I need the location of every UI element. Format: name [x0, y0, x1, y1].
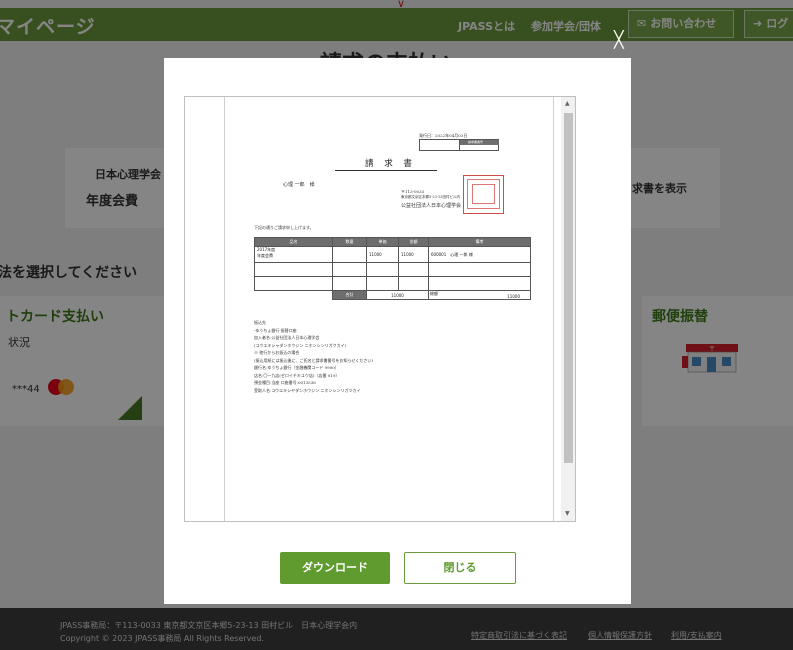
issuer-name: 公益社団法人日本心理学会 [401, 203, 462, 209]
payee-line: -ゆうちょ銀行 振替口座 [254, 327, 297, 333]
item-amount: 11000 [398, 246, 429, 263]
item-name: 年度会費 [257, 253, 273, 258]
scroll-up-arrow-icon[interactable]: ▲ [565, 100, 570, 107]
invoice-number-divider [459, 140, 460, 150]
company-seal [463, 175, 504, 214]
download-button[interactable]: ダウンロード [280, 552, 390, 584]
payee-line: 振込先 [254, 320, 266, 325]
member-name: 心理 一郎 様 [450, 251, 473, 257]
col-notes: 備考 [428, 237, 531, 247]
invoice-number-label: 請求書番号 [468, 140, 484, 144]
payee-line: 預金種目:当座 口座番号:0013536 [254, 380, 316, 385]
invoice-title: 請 求 書 [365, 159, 416, 169]
close-button[interactable]: 閉じる [404, 552, 516, 584]
total-label: 総額 [430, 291, 438, 296]
issuer-address: 東京都文京区本郷5-23-13田村ビル内 [401, 195, 460, 199]
invoice-preview-modal: 発行日：2022年04月03日 請求書番号 請 求 書 心理 一郎 様 〒113… [164, 58, 631, 604]
invoice-title-underline [335, 170, 437, 171]
col-qty: 数量 [332, 237, 367, 247]
table-row [254, 262, 531, 277]
item-unit-price: 11000 [366, 246, 399, 263]
item-notes: 600001 心理 一郎 様 [428, 246, 531, 263]
col-unit: 単価 [366, 237, 399, 247]
invoice-number-box: 請求書番号 [419, 139, 499, 151]
table-row [254, 276, 531, 291]
payee-line: (コウエキシャダンホウジン ニホンシンリガクカイ) [254, 342, 347, 348]
invoice-table: 品名 数量 単価 金額 備考 2017年度 年度会費 11000 11000 6… [254, 237, 531, 300]
member-id: 600001 [431, 251, 447, 257]
invoice-recipient: 心理 一郎 様 [283, 182, 315, 188]
scroll-down-arrow-icon[interactable]: ▼ [565, 510, 570, 517]
payee-line: 受取人名:コウエキシヤダンホウジン ニホンシンリガツカイ [254, 387, 361, 393]
payee-info: 振込先 -ゆうちょ銀行 振替口座 加入者名:公益社団法人日本心理学会 (コウエキ… [254, 319, 373, 394]
table-total-row: 合計 11000 総額 11000 [255, 290, 531, 300]
col-amount: 金額 [398, 237, 429, 247]
viewer-scrollbar[interactable]: ▲ ▼ [561, 97, 575, 521]
payee-line: 加入者名:公益社団法人日本心理学会 [254, 335, 320, 340]
payee-line: ※ 他行からお振込の場合 [254, 350, 300, 355]
col-item: 品名 [254, 237, 333, 247]
close-icon[interactable]: ╳ [614, 30, 624, 49]
pdf-viewer[interactable]: 発行日：2022年04月03日 請求書番号 請 求 書 心理 一郎 様 〒113… [184, 96, 576, 522]
total-value: 11000 [507, 294, 520, 299]
subtotal-label: 合計 [332, 290, 367, 300]
payee-line: (振込用紙には振込後に、ご氏名と請求書番号をお知らせください) [254, 357, 373, 363]
payee-line: 店名:〇一九店(ゼロイチキユウ店)（店番 019） [254, 372, 340, 378]
payee-line: 銀行名:ゆうちょ銀行（金融機関コード 9900） [254, 365, 339, 370]
invoice-document: 発行日：2022年04月03日 請求書番号 請 求 書 心理 一郎 様 〒113… [224, 97, 554, 521]
table-row: 2017年度 年度会費 11000 11000 600001 心理 一郎 様 [254, 246, 531, 263]
invoice-intro: 下記の通りご請求申し上げます。 [254, 225, 314, 230]
scrollbar-thumb[interactable] [564, 113, 573, 463]
subtotal-value: 11000 [366, 290, 429, 300]
item-qty [332, 246, 367, 263]
